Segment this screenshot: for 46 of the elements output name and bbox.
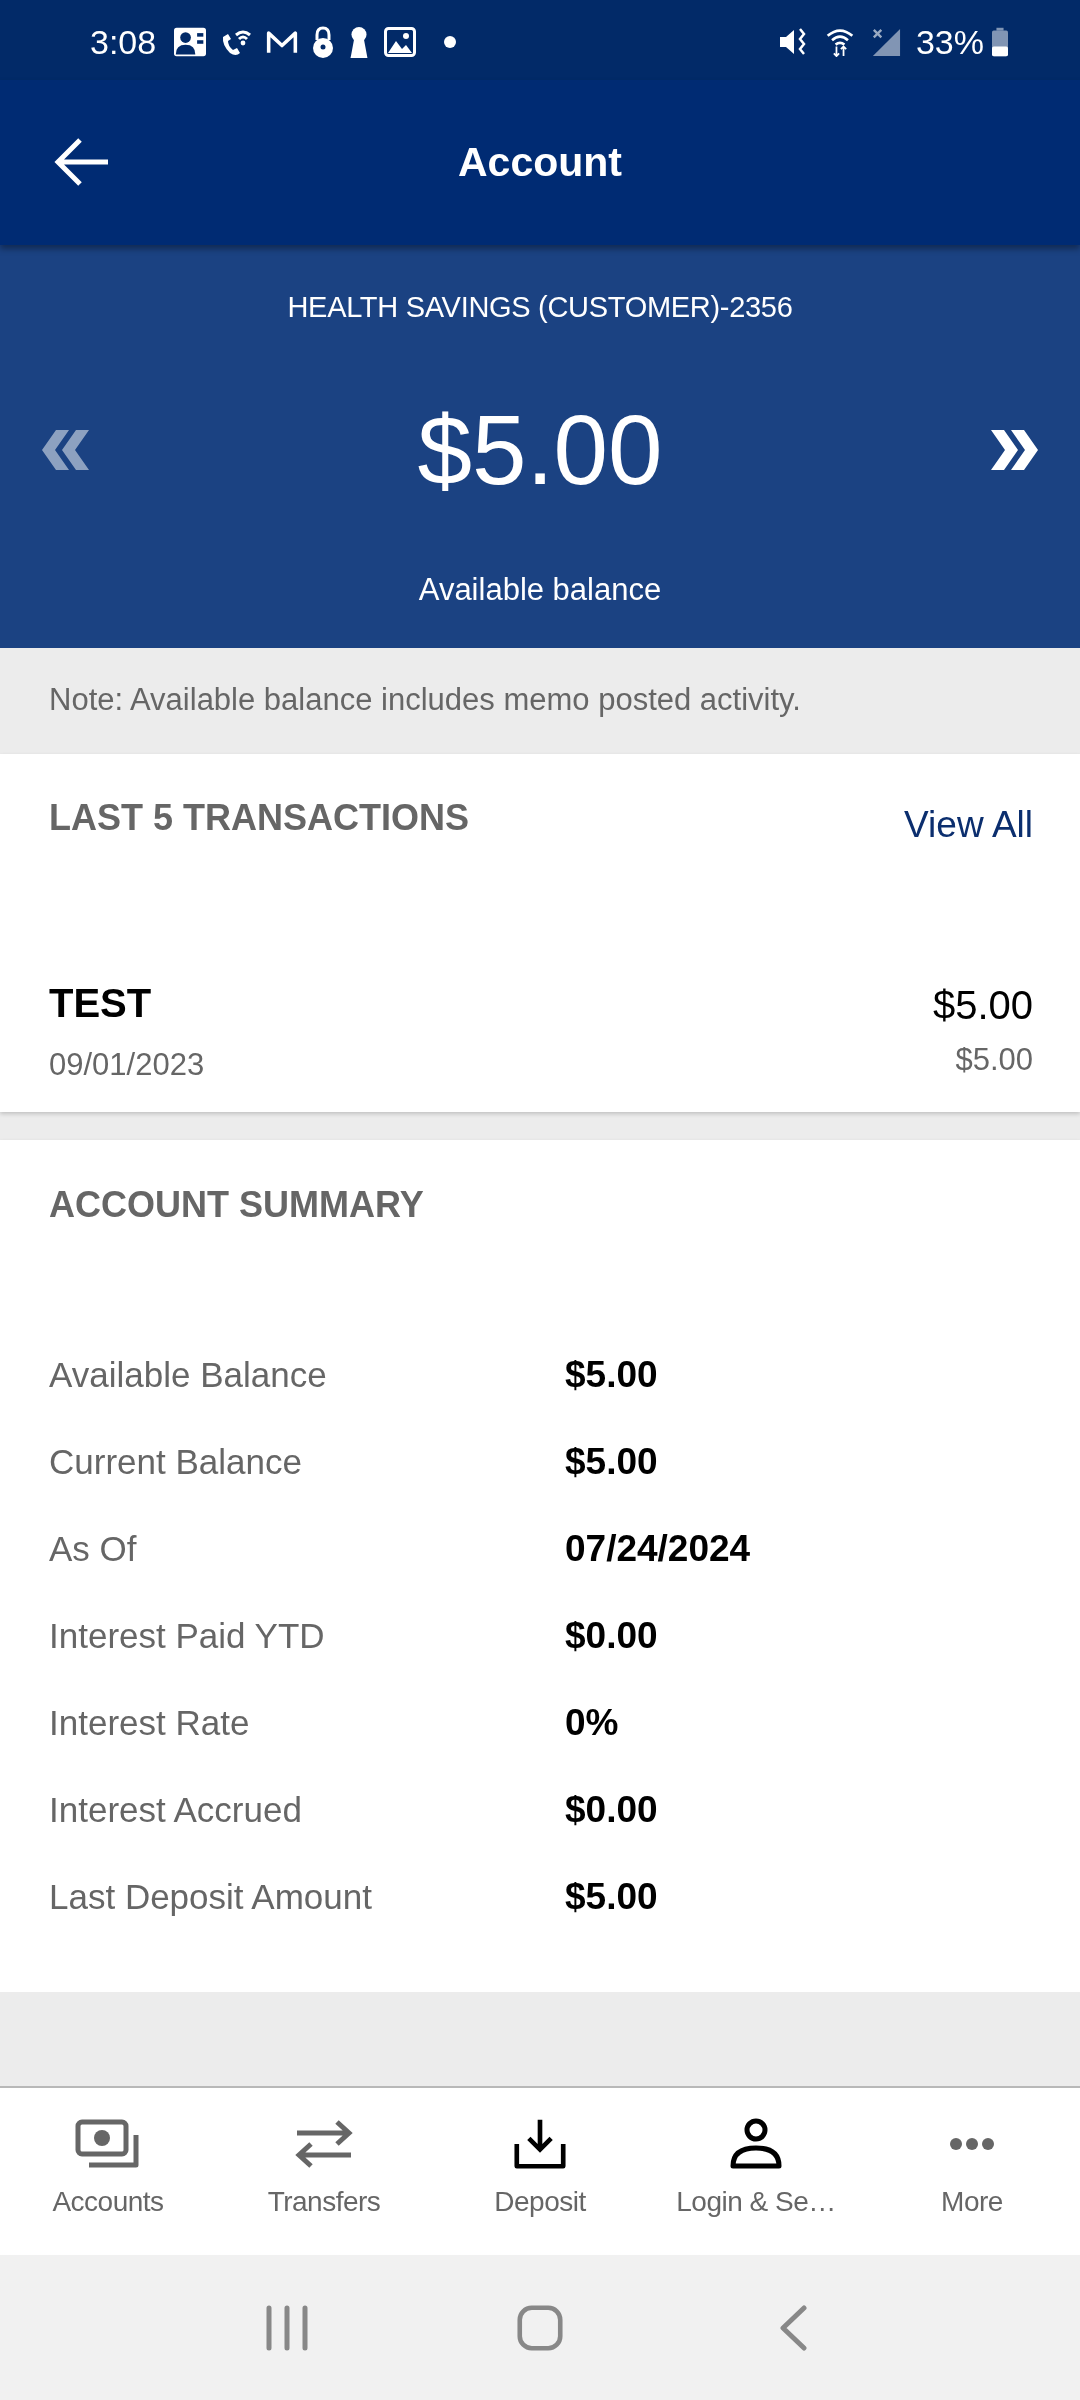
summary-label: Available Balance [49, 1354, 327, 1395]
summary-label: Interest Rate [49, 1702, 250, 1743]
summary-value: $0.00 [565, 1788, 658, 1831]
summary-value: $0.00 [565, 1614, 658, 1657]
transaction-description: TEST [49, 980, 152, 1027]
notification-dot-icon [444, 36, 457, 48]
summary-value: $5.00 [565, 1440, 658, 1483]
battery-percent: 33% [915, 22, 984, 62]
note-text: Note: Available balance includes memo posted activity. [49, 682, 801, 718]
back-icon [779, 2304, 808, 2351]
summary-label: As Of [49, 1528, 137, 1569]
transaction-amount: $5.00 [932, 982, 1033, 1029]
contact-card-icon [174, 27, 207, 57]
lock-icon [312, 26, 335, 58]
status-time: 3:08 [90, 22, 157, 62]
nav-tab[interactable]: Deposit [432, 2088, 648, 2255]
home-icon [517, 2304, 563, 2351]
recent-apps-icon [264, 2304, 309, 2351]
nav-tab[interactable]: Accounts [0, 2088, 216, 2255]
view-all-link[interactable]: View All [904, 803, 1033, 847]
summary-label: Interest Paid YTD [49, 1615, 325, 1656]
double-chevron-right-icon [990, 430, 1040, 470]
image-icon [384, 27, 417, 57]
balance-amount: $5.00 [417, 395, 663, 505]
summary-value: 07/24/2024 [565, 1527, 751, 1570]
summary-value: 0% [565, 1701, 619, 1744]
cash-stack-icon [75, 2118, 141, 2170]
summary-label: Current Balance [49, 1441, 302, 1482]
section-title: LAST 5 TRANSACTIONS [49, 798, 469, 838]
screen-title: Account [458, 139, 622, 186]
nav-tab[interactable]: Login & Se… [648, 2088, 864, 2255]
account-name: HEALTH SAVINGS (CUSTOMER)-2356 [287, 290, 793, 325]
more-dots-icon [950, 2138, 994, 2150]
nav-tab[interactable]: More [864, 2088, 1080, 2255]
back-arrow-icon [54, 138, 110, 186]
battery-icon [992, 27, 1008, 57]
summary-value: $5.00 [565, 1353, 658, 1396]
summary-label: Interest Accrued [49, 1789, 302, 1830]
transaction-balance: $5.00 [955, 1041, 1033, 1079]
transaction-date: 09/01/2023 [49, 1046, 205, 1084]
double-chevron-left-icon [40, 430, 90, 470]
section-title: ACCOUNT SUMMARY [49, 1185, 424, 1225]
nav-tab[interactable]: Transfers [216, 2088, 432, 2255]
balance-label: Available balance [418, 571, 662, 609]
summary-label: Last Deposit Amount [49, 1876, 372, 1917]
summary-value: $5.00 [565, 1875, 658, 1918]
